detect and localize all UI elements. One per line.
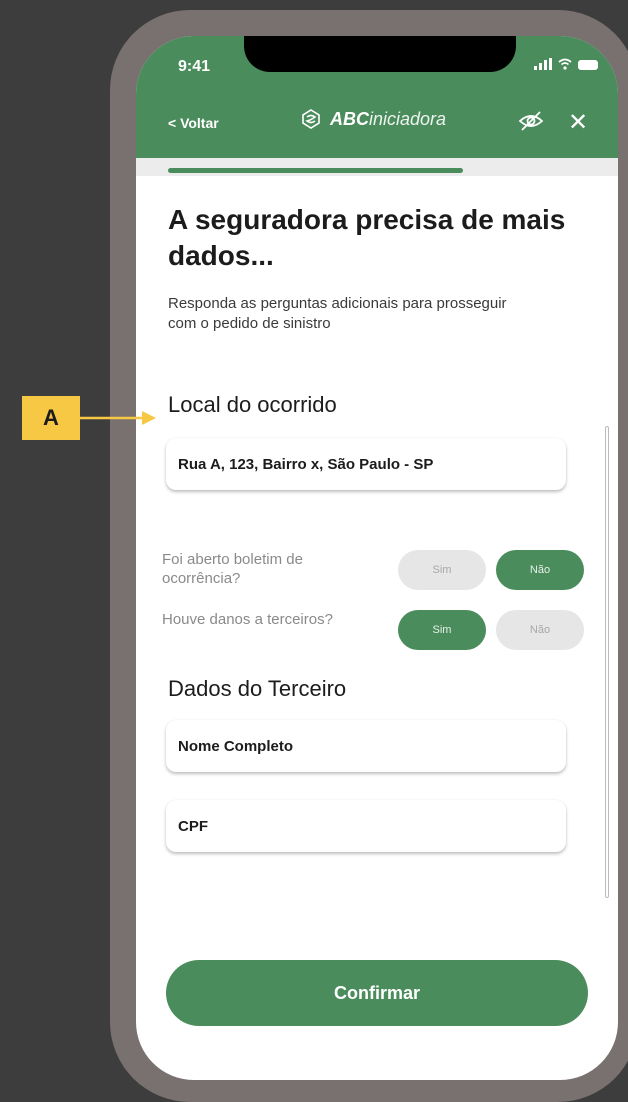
third-party-damage-yes-button[interactable]: Sim <box>398 610 486 650</box>
eye-off-icon[interactable] <box>518 110 544 132</box>
page-subtitle: Responda as perguntas adicionais para pr… <box>168 295 507 332</box>
battery-icon <box>578 60 598 70</box>
location-field[interactable]: Rua A, 123, Bairro x, São Paulo - SP <box>166 438 566 490</box>
location-heading: Local do ocorrido <box>168 392 337 417</box>
police-report-yes-button[interactable]: Sim <box>398 550 486 590</box>
confirm-button[interactable]: Confirmar <box>166 960 588 1026</box>
third-party-heading: Dados do Terceiro <box>168 676 347 701</box>
annotation-badge: A <box>22 396 80 440</box>
brand-name-light: iniciadora <box>369 108 447 129</box>
question-police-report: Foi aberto boletim de ocorrência? <box>162 551 303 587</box>
scrollbar[interactable] <box>605 426 609 898</box>
question-third-party-damage: Houve danos a terceiros? <box>162 611 333 628</box>
back-button[interactable]: < Voltar <box>168 115 219 131</box>
full-name-field[interactable]: Nome Completo <box>166 720 566 772</box>
progress-bar <box>168 168 463 173</box>
signal-icon <box>534 58 552 70</box>
phone-screen: 9:41 < Voltar ABCiniciadora ✕ A segurado… <box>136 36 618 1080</box>
progress-track <box>136 158 618 176</box>
page-title: A seguradora precisa de mais dados... <box>168 204 566 271</box>
third-party-damage-no-button[interactable]: Não <box>496 610 584 650</box>
brand-logo-icon <box>302 109 320 129</box>
brand-logo: ABCiniciadora <box>300 108 446 130</box>
close-icon[interactable]: ✕ <box>568 108 588 137</box>
app-header: 9:41 < Voltar ABCiniciadora ✕ <box>136 36 618 176</box>
status-time: 9:41 <box>178 58 211 75</box>
phone-notch <box>244 36 516 72</box>
annotation-arrow-icon <box>80 411 156 425</box>
status-icons <box>534 58 598 70</box>
brand-name-bold: ABC <box>330 108 369 129</box>
cpf-field[interactable]: CPF <box>166 800 566 852</box>
wifi-icon <box>558 58 572 70</box>
police-report-no-button[interactable]: Não <box>496 550 584 590</box>
